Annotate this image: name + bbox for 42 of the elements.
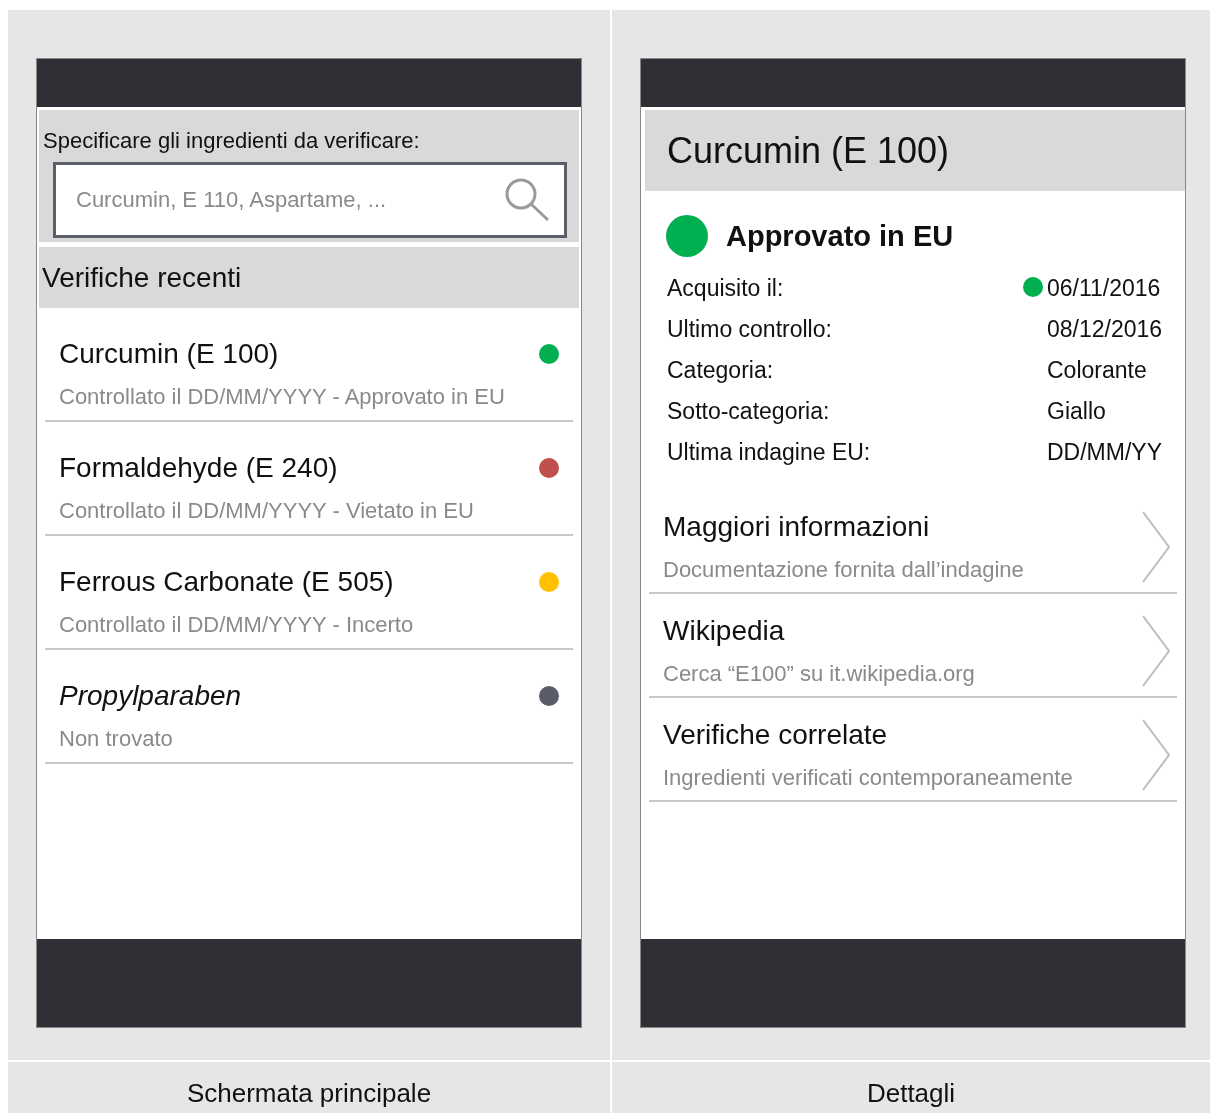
chevron-right-icon <box>1141 718 1171 792</box>
recent-check-item[interactable]: Ferrous Carbonate (E 505) Controllato il DD/MM/YYYY - Incerto <box>45 536 573 650</box>
ingredient-name: Propylparaben <box>59 680 243 712</box>
check-detail: Controllato il DD/MM/YYYY - Incerto <box>59 612 415 638</box>
ingredient-name: Ferrous Carbonate (E 505) <box>59 566 395 598</box>
link-title: Wikipedia <box>663 615 786 647</box>
fact-label: Acquisito il: <box>667 275 785 302</box>
link-title: Maggiori informazioni <box>663 511 931 543</box>
fact-label: Sotto-categoria: <box>667 398 831 425</box>
search-field[interactable]: Curcumin, E 110, Aspartame, ... <box>53 162 567 238</box>
link-subtitle: Cerca “E100” su it.wikipedia.org <box>663 661 976 687</box>
link-item[interactable]: Verifiche correlate Ingredienti verificati contemporaneamente <box>649 698 1177 802</box>
recent-check-item[interactable]: Formaldehyde (E 240) Controllato il DD/MM/YYYY - Vietato in EU <box>45 422 573 536</box>
link-subtitle: Ingredienti verificati contemporaneamente <box>663 765 1074 791</box>
screen-caption: Schermata principale <box>186 1076 432 1110</box>
link-title: Verifiche correlate <box>663 719 889 751</box>
fact-value: Colorante <box>1047 357 1148 384</box>
ingredient-name: Formaldehyde (E 240) <box>59 452 339 484</box>
search-icon[interactable] <box>504 178 550 222</box>
link-item[interactable]: Maggiori informazioni Documentazione fornita dall’indagine <box>649 466 1177 594</box>
fact-value: DD/MM/YY <box>1047 439 1163 466</box>
status-label: Approvato in EU <box>726 219 954 253</box>
fact-label: Categoria: <box>667 357 775 384</box>
section-header: Verifiche recenti <box>39 247 579 308</box>
chevron-right-icon <box>1141 614 1171 688</box>
ingredient-title: Curcumin (E 100) <box>645 110 1185 191</box>
ingredient-name: Curcumin (E 100) <box>59 338 280 370</box>
fact-value: Giallo <box>1047 398 1107 425</box>
check-detail: Controllato il DD/MM/YYYY - Approvato in EU <box>59 384 506 410</box>
fact-label: Ultima indagine EU: <box>667 439 872 466</box>
check-detail: Controllato il DD/MM/YYYY - Vietato in EU <box>59 498 475 524</box>
recent-check-item[interactable]: Curcumin (E 100) Controllato il DD/MM/YYYY - Approvato in EU <box>45 308 573 422</box>
link-item[interactable]: Wikipedia Cerca “E100” su it.wikipedia.org <box>649 594 1177 698</box>
recent-check-item[interactable]: Propylparaben Non trovato <box>45 650 573 764</box>
link-subtitle: Documentazione fornita dall’indagine <box>663 557 1025 583</box>
fact-value: 08/12/2016 <box>1047 316 1164 343</box>
search-label: Specificare gli ingredienti da verificare: <box>43 128 421 154</box>
fact-label: Ultimo controllo: <box>667 316 833 343</box>
check-detail: Non trovato <box>59 726 174 752</box>
fact-value: 06/11/2016 <box>1047 275 1162 302</box>
screen-caption: Dettagli <box>866 1076 956 1110</box>
chevron-right-icon <box>1141 510 1171 584</box>
